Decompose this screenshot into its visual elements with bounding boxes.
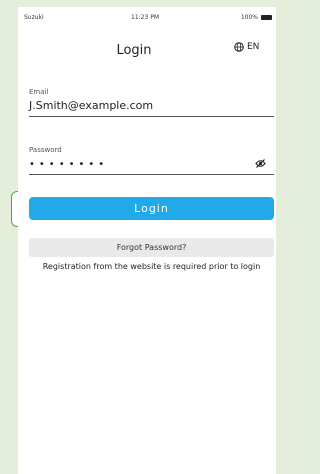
password-mask: •••••••• bbox=[29, 159, 109, 170]
battery-percent: 100% bbox=[240, 14, 258, 21]
language-switch[interactable]: EN bbox=[234, 42, 259, 52]
status-time: 11:23 PM bbox=[131, 14, 159, 21]
eye-slash-icon[interactable] bbox=[255, 159, 266, 168]
globe-icon bbox=[234, 42, 244, 52]
email-input[interactable]: J.Smith@example.com bbox=[29, 99, 274, 117]
password-label: Password bbox=[29, 146, 62, 154]
language-label: EN bbox=[247, 42, 260, 52]
carrier-label: Suzuki bbox=[24, 14, 44, 21]
email-label: Email bbox=[29, 88, 49, 96]
battery-icon bbox=[261, 15, 272, 20]
email-field[interactable]: Email J.Smith@example.com bbox=[29, 88, 274, 117]
password-input[interactable]: •••••••• bbox=[29, 157, 274, 175]
login-button[interactable]: Login bbox=[29, 197, 274, 220]
forgot-password-button[interactable]: Forgot Password? bbox=[29, 238, 274, 257]
page-title: Login bbox=[116, 43, 152, 58]
status-bar: Suzuki 11:23 PM 100% bbox=[18, 11, 276, 25]
password-field[interactable]: Password •••••••• bbox=[29, 146, 274, 175]
registration-note: Registration from the website is require… bbox=[42, 262, 261, 271]
